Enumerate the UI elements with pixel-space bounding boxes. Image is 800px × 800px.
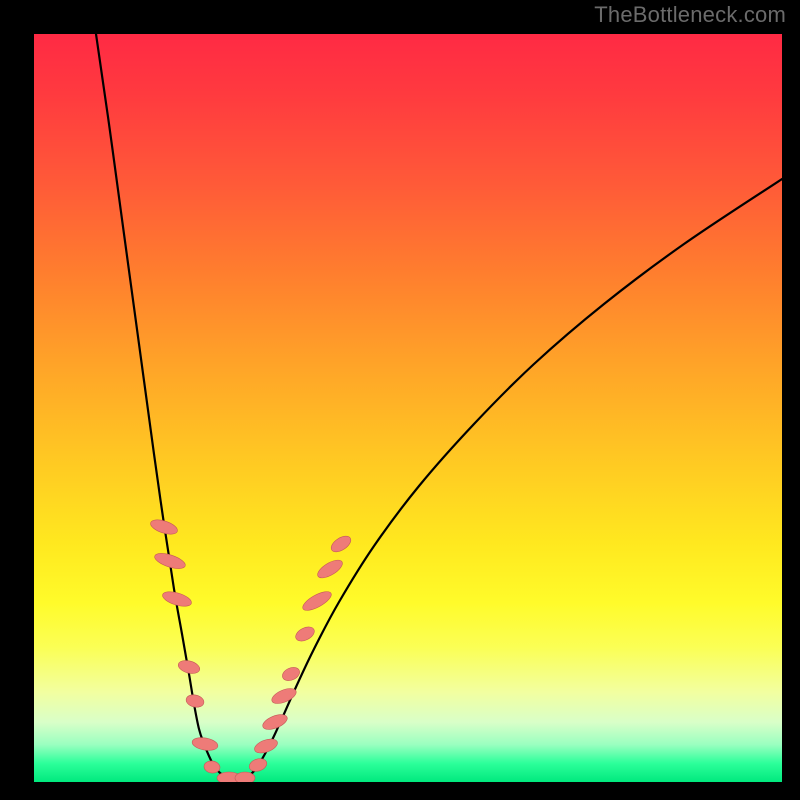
data-marker [248,757,269,774]
chart-frame: TheBottleneck.com [0,0,800,800]
data-marker [235,772,255,782]
curve-right-curve [249,179,782,776]
plot-area [34,34,782,782]
curve-left-curve [96,34,224,776]
data-marker [293,624,316,644]
watermark-text: TheBottleneck.com [594,2,786,28]
curve-layer [34,34,782,782]
data-marker [185,693,205,709]
data-marker [329,533,354,555]
data-marker [191,736,219,752]
data-marker [261,712,290,733]
data-marker [177,658,201,675]
data-marker [315,557,345,582]
data-marker [300,588,334,614]
data-marker [270,685,299,706]
